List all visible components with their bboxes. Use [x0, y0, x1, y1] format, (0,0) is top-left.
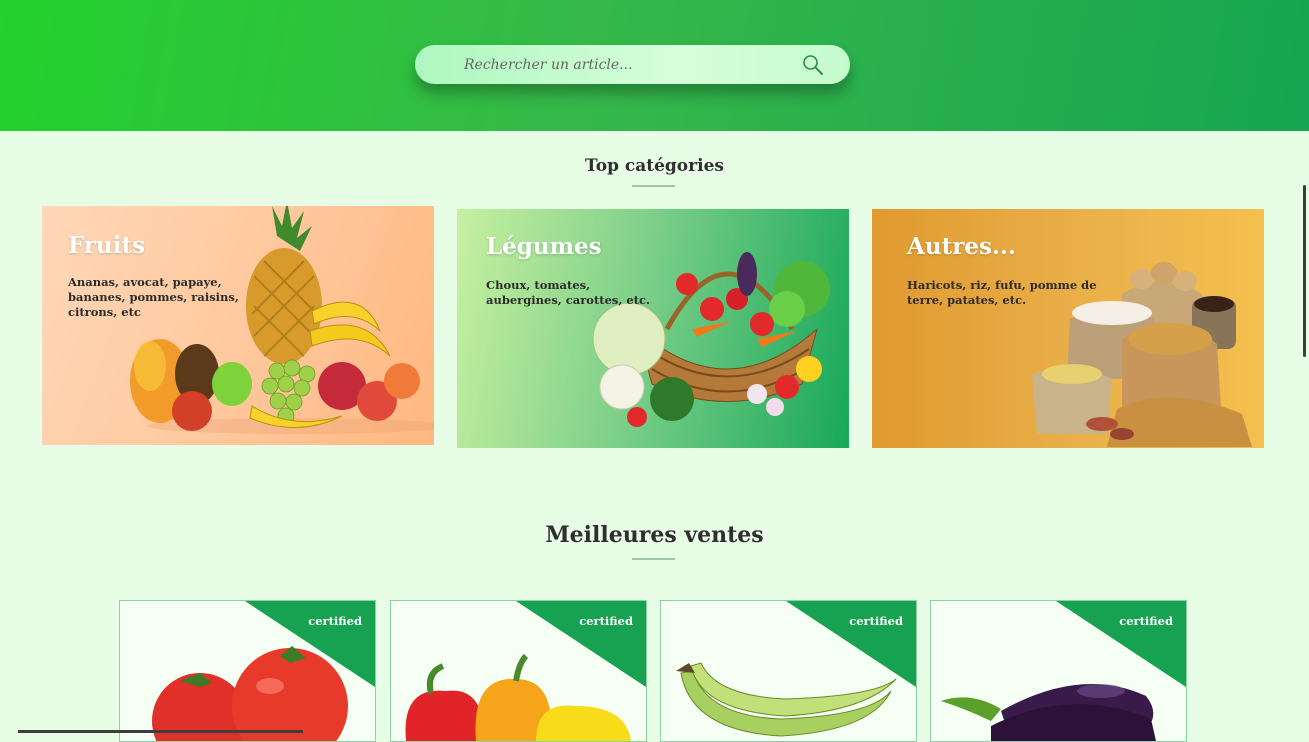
product-card[interactable]: certified	[119, 600, 376, 742]
certified-badge: certified	[308, 614, 362, 628]
product-card[interactable]: certified	[930, 600, 1187, 742]
header-banner	[0, 0, 1309, 131]
search-input[interactable]	[462, 48, 798, 81]
best-sellers-title: Meilleures ventes	[545, 522, 764, 548]
category-description: Choux, tomates, aubergines, carottes, et…	[486, 278, 651, 307]
product-card[interactable]: certified	[660, 600, 917, 742]
category-card-fruits[interactable]: Fruits Ananas, avocat, papaye, bananes, …	[42, 206, 434, 445]
search-button[interactable]	[798, 50, 828, 80]
scrollbar[interactable]	[1303, 185, 1306, 357]
section-divider	[632, 185, 675, 187]
top-categories-title: Top catégories	[585, 156, 724, 176]
category-card-legumes[interactable]: Légumes Choux, tomates, aubergines, caro…	[457, 209, 849, 448]
certified-badge: certified	[849, 614, 903, 628]
certified-badge: certified	[579, 614, 633, 628]
certified-badge: certified	[1119, 614, 1173, 628]
product-card[interactable]: certified	[390, 600, 647, 742]
category-title: Légumes	[486, 233, 602, 260]
category-title: Autres...	[907, 233, 1016, 260]
search-icon	[803, 54, 823, 75]
section-divider	[632, 558, 675, 560]
category-card-autres[interactable]: Autres... Haricots, riz, fufu, pomme de …	[872, 209, 1264, 448]
category-description: Haricots, riz, fufu, pomme de terre, pat…	[907, 278, 1097, 307]
fruits-image	[130, 206, 434, 434]
search-bar	[415, 45, 850, 84]
